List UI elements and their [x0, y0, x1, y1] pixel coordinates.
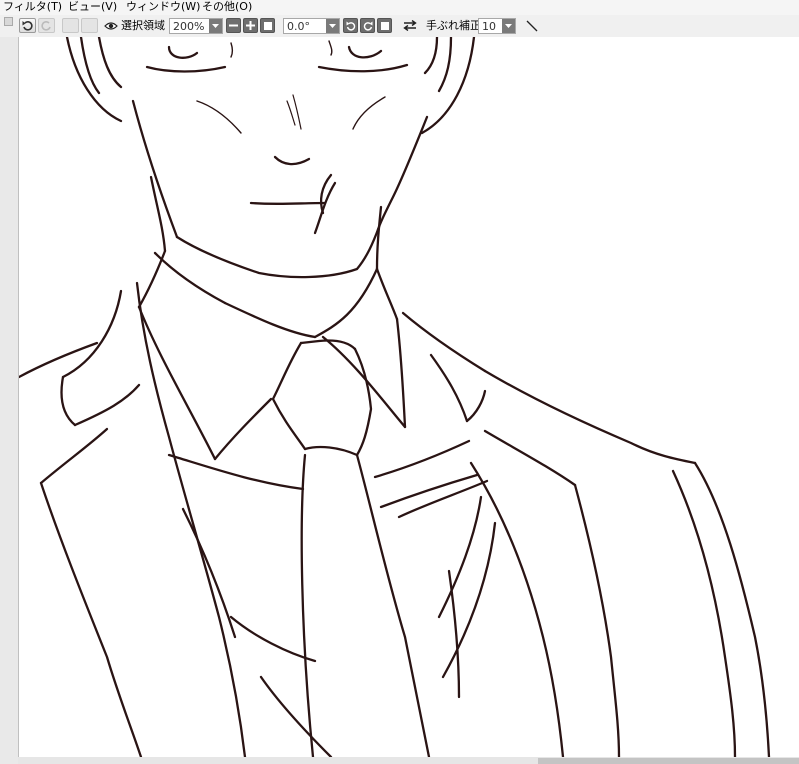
undo-button[interactable]: [19, 18, 36, 33]
left-panel-edge: [0, 37, 18, 764]
stabilizer-label: 手ぶれ補正: [426, 19, 481, 32]
deselect-button[interactable]: [62, 18, 79, 33]
line-tool-icon[interactable]: [524, 18, 540, 33]
stabilizer-select[interactable]: 10: [478, 18, 516, 34]
line-art: [19, 37, 771, 757]
stabilizer-value: 10: [482, 19, 496, 33]
rotate-right-button[interactable]: [360, 18, 375, 33]
eye-icon[interactable]: [102, 18, 119, 33]
rotation-value: 0.0°: [287, 19, 310, 33]
zoom-out-button[interactable]: [226, 18, 241, 33]
zoom-value: 200%: [173, 19, 205, 33]
minus-icon: [229, 21, 238, 30]
invert-selection-button[interactable]: [81, 18, 98, 33]
zoom-select[interactable]: 200%: [169, 18, 223, 34]
menu-view[interactable]: ビュー(V): [68, 0, 117, 15]
grip-icon: [4, 17, 13, 26]
plus-icon: [246, 21, 255, 30]
rotation-select[interactable]: 0.0°: [283, 18, 340, 34]
rotation-reset-button[interactable]: [377, 18, 392, 33]
undo-icon: [22, 20, 33, 31]
zoom-in-button[interactable]: [243, 18, 258, 33]
flip-horizontal-icon[interactable]: [401, 18, 419, 33]
menu-window[interactable]: ウィンドウ(W): [126, 0, 200, 15]
menu-filter[interactable]: フィルタ(T): [3, 0, 62, 15]
toolbar: 選択領域 200% 0.0° 手ぶれ補正 10: [0, 15, 799, 38]
menu-other[interactable]: その他(O): [202, 0, 252, 15]
stop-icon: [380, 21, 389, 30]
horizontal-scrollbar[interactable]: [18, 757, 799, 764]
rotate-left-button[interactable]: [343, 18, 358, 33]
chevron-down-icon: [502, 19, 515, 33]
zoom-reset-button[interactable]: [260, 18, 275, 33]
redo-button[interactable]: [38, 18, 55, 33]
drawing-canvas[interactable]: [18, 37, 799, 757]
rotate-right-icon: [363, 21, 373, 31]
stop-icon: [263, 21, 272, 30]
menu-bar: フィルタ(T) ビュー(V) ウィンドウ(W) その他(O): [0, 0, 799, 15]
chevron-down-icon: [209, 19, 222, 33]
chevron-down-icon: [326, 19, 339, 33]
scrollbar-thumb[interactable]: [538, 758, 799, 764]
rotate-left-icon: [346, 21, 356, 31]
selection-label: 選択領域: [121, 19, 165, 32]
redo-icon: [41, 20, 52, 31]
